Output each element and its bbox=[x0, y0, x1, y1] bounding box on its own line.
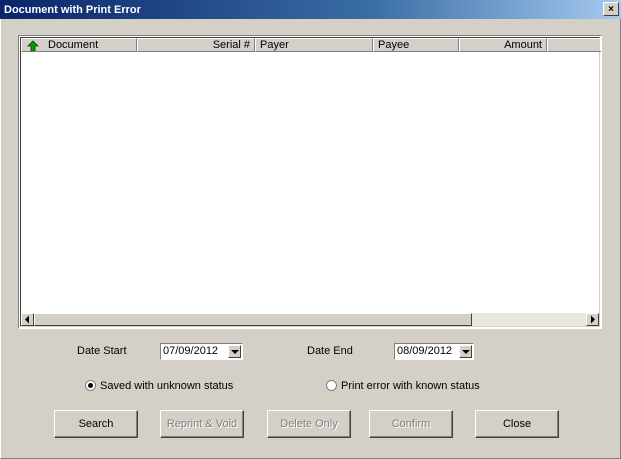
window-title: Document with Print Error bbox=[4, 4, 141, 16]
reprint-void-button[interactable]: Reprint & Void bbox=[160, 410, 244, 438]
title-bar: Document with Print Error × bbox=[0, 0, 621, 19]
chevron-down-icon[interactable] bbox=[228, 345, 241, 358]
sort-up-icon bbox=[27, 40, 39, 51]
column-header-serial[interactable]: Serial # bbox=[137, 38, 255, 52]
date-end-picker[interactable]: 08/09/2012 bbox=[394, 343, 474, 360]
left-arrow-icon bbox=[25, 315, 29, 324]
search-button[interactable]: Search bbox=[54, 410, 138, 438]
date-start-picker[interactable]: 07/09/2012 bbox=[160, 343, 243, 360]
confirm-button[interactable]: Confirm bbox=[369, 410, 453, 438]
radio-print-error-known-label[interactable]: Print error with known status bbox=[341, 380, 480, 392]
close-window-button[interactable]: × bbox=[603, 2, 619, 16]
column-header-filler bbox=[547, 38, 601, 52]
column-header-payer[interactable]: Payer bbox=[255, 38, 373, 52]
right-arrow-icon bbox=[591, 315, 595, 324]
column-header-document[interactable]: Document bbox=[21, 38, 137, 52]
horizontal-scrollbar[interactable] bbox=[21, 313, 599, 326]
date-start-value: 07/09/2012 bbox=[163, 345, 219, 357]
close-icon: × bbox=[608, 4, 614, 15]
scroll-right-button[interactable] bbox=[586, 313, 599, 326]
document-list[interactable]: Document Serial # Payer Payee Amount bbox=[18, 35, 602, 329]
list-header: Document Serial # Payer Payee Amount bbox=[21, 38, 601, 52]
close-button[interactable]: Close bbox=[475, 410, 559, 438]
list-inner: Document Serial # Payer Payee Amount bbox=[20, 37, 601, 327]
chevron-down-icon[interactable] bbox=[459, 345, 472, 358]
column-header-amount[interactable]: Amount bbox=[459, 38, 547, 52]
radio-saved-unknown-label[interactable]: Saved with unknown status bbox=[100, 380, 233, 392]
date-start-label: Date Start bbox=[77, 345, 127, 357]
date-end-value: 08/09/2012 bbox=[397, 345, 453, 357]
delete-only-button[interactable]: Delete Only bbox=[267, 410, 351, 438]
radio-print-error-known-input[interactable] bbox=[326, 380, 337, 391]
scroll-thumb[interactable] bbox=[34, 313, 472, 326]
column-header-payee[interactable]: Payee bbox=[373, 38, 459, 52]
scroll-left-button[interactable] bbox=[21, 313, 34, 326]
radio-saved-unknown-input[interactable] bbox=[85, 380, 96, 391]
date-end-label: Date End bbox=[307, 345, 353, 357]
